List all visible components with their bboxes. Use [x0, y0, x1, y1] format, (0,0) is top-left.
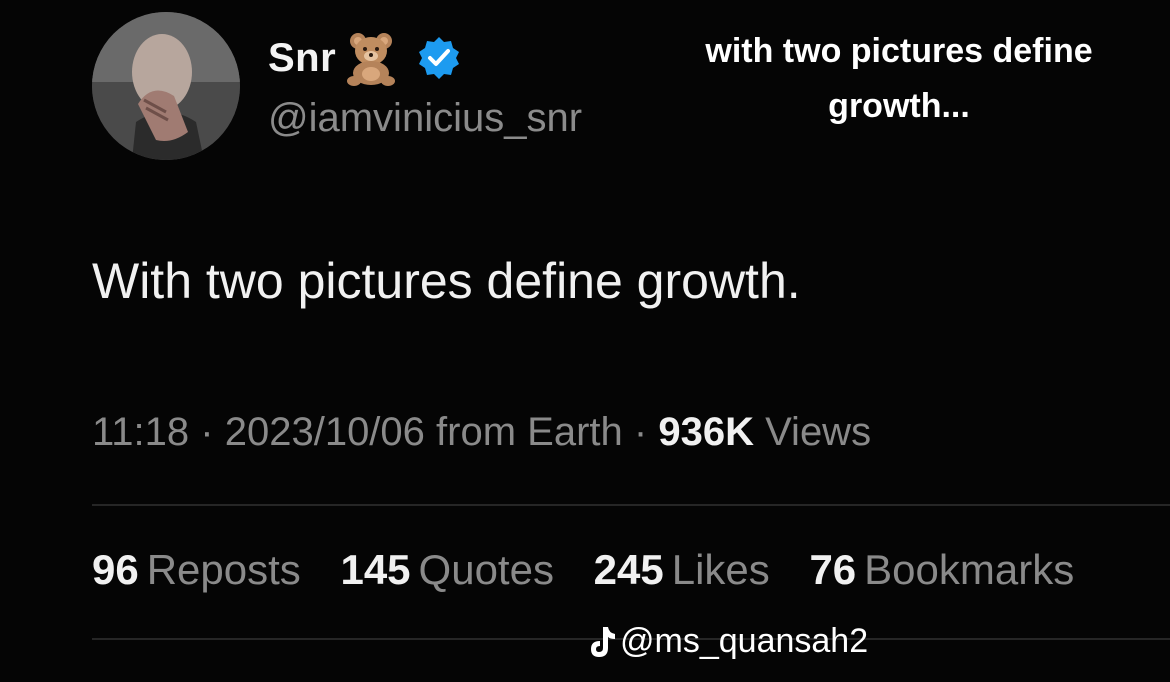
engagement-stats: 96 Reposts 145 Quotes 245 Likes 76 Bookmarks: [92, 546, 1170, 594]
quotes-label: Quotes: [418, 546, 554, 593]
reposts-count: 96: [92, 546, 139, 593]
verified-badge-icon: [419, 37, 460, 79]
tweet-date[interactable]: 2023/10/06: [225, 410, 425, 454]
tweet-meta: 11:18 · 2023/10/06 from Earth · 936K Vie…: [92, 410, 871, 455]
quotes-stat[interactable]: 145 Quotes: [340, 546, 554, 593]
tiktok-icon: [591, 626, 615, 657]
teddy-bear-icon: [347, 33, 396, 86]
tweet-source: from Earth: [436, 410, 623, 454]
quotes-count: 145: [340, 546, 411, 593]
tweet-text: With two pictures define growth.: [92, 253, 801, 309]
bookmarks-stat[interactable]: 76 Bookmarks: [809, 546, 1074, 593]
likes-stat[interactable]: 245 Likes: [594, 546, 770, 593]
watermark-text: @ms_quansah2: [620, 622, 869, 660]
reposts-label: Reposts: [146, 546, 301, 593]
likes-count: 245: [593, 546, 664, 593]
avatar[interactable]: [92, 12, 240, 160]
meta-separator: ·: [633, 410, 648, 454]
author-name-row: Snr: [268, 26, 462, 90]
divider: [92, 504, 1170, 506]
tiktok-watermark: @ms_quansah2: [588, 622, 868, 661]
overlay-caption: with two pictures define growth...: [705, 32, 1093, 125]
reposts-stat[interactable]: 96 Reposts: [92, 546, 301, 593]
views-count: 936K: [658, 410, 754, 454]
bookmarks-label: Bookmarks: [864, 546, 1075, 593]
bookmarks-count: 76: [809, 546, 857, 593]
author-handle[interactable]: @iamvinicius_snr: [268, 96, 582, 141]
tweet-time[interactable]: 11:18: [92, 410, 189, 454]
views-label: Views: [765, 410, 872, 454]
display-name[interactable]: Snr: [268, 36, 336, 81]
meta-separator: ·: [200, 410, 214, 454]
avatar-image: [92, 12, 240, 160]
likes-label: Likes: [671, 546, 770, 593]
